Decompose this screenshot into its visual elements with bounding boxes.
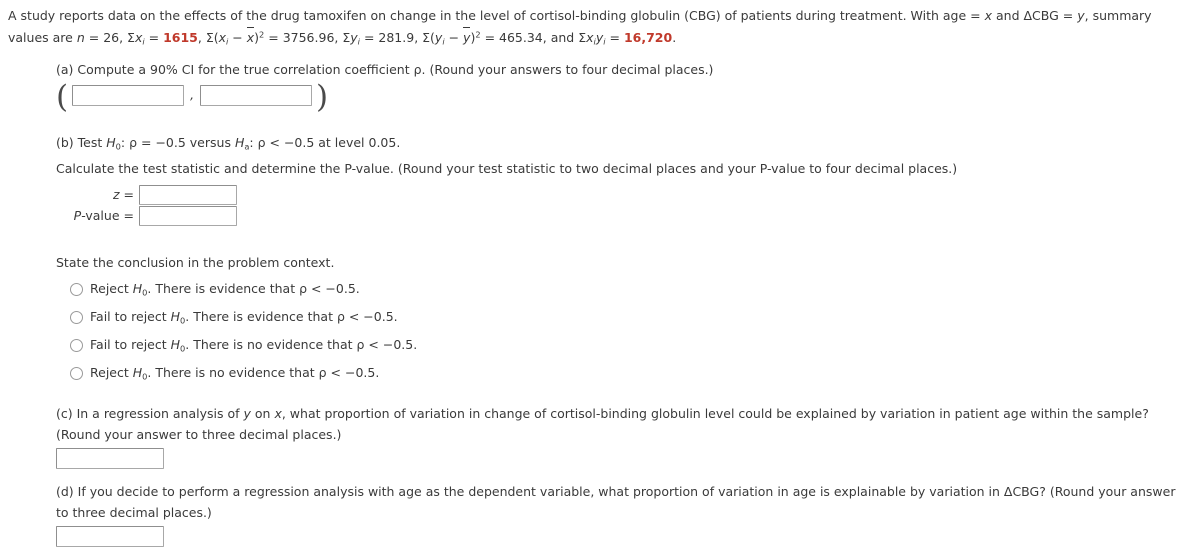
option-label: Reject H0. There is evidence that ρ < −0… <box>90 280 360 298</box>
sum-xy-symbol: Σxiyi <box>578 30 606 47</box>
conclusion-options: Reject H0. There is evidence that ρ < −0… <box>56 275 957 387</box>
p-value-input[interactable] <box>139 205 237 226</box>
p-value-label: P-value <box>73 208 120 224</box>
ssx-value: 3756.96 <box>282 30 335 46</box>
part-c-prompt-line-1: (c) In a regression analysis of y on x, … <box>56 404 1149 423</box>
part-a-prompt: (a) Compute a 90% CI for the true correl… <box>56 62 714 77</box>
p-value-row: P-value = <box>56 205 957 226</box>
part-a: (a) Compute a 90% CI for the true correl… <box>56 60 714 115</box>
z-label-wrap: z = <box>56 185 139 204</box>
option-label: Fail to reject H0. There is no evidence … <box>90 336 418 354</box>
alt-hypothesis-symbol: H <box>234 135 245 150</box>
part-b-prompt-pre: (b) Test <box>56 135 107 150</box>
option-reject-no-evidence[interactable]: Reject H0. There is no evidence that ρ <… <box>70 359 957 387</box>
part-d: (d) If you decide to perform a regressio… <box>56 482 1175 547</box>
radio-icon[interactable] <box>70 310 83 324</box>
variable-x: x <box>984 8 993 23</box>
problem-statement: A study reports data on the effects of t… <box>8 6 1188 51</box>
ssy-symbol: Σ(yi − y)2 <box>422 27 481 47</box>
option-fail-reject-no-evidence[interactable]: Fail to reject H0. There is no evidence … <box>70 331 957 359</box>
radio-icon[interactable] <box>70 366 83 380</box>
sample-size-symbol: n <box>76 30 85 46</box>
part-c-prompt-post: , what proportion of variation in change… <box>281 406 1149 421</box>
z-statistic-row: z = <box>56 184 957 205</box>
confidence-interval-row: ( , ) <box>56 78 329 115</box>
part-d-prompt-line-2: to three decimal places.) <box>56 505 212 521</box>
z-label: z <box>112 187 120 203</box>
z-equals: = <box>123 187 134 203</box>
problem-intro-mid: and ΔCBG = <box>992 8 1078 23</box>
sum-x-symbol: Σxi <box>127 30 145 47</box>
option-reject-evidence[interactable]: Reject H0. There is evidence that ρ < −0… <box>70 275 957 303</box>
part-b-hypotheses: (b) Test H0: ρ = −0.5 versus Ha: ρ < −0.… <box>56 133 957 153</box>
part-c-prompt-pre: (c) In a regression analysis of <box>56 406 244 421</box>
part-c: (c) In a regression analysis of y on x, … <box>56 404 1149 469</box>
part-c-answer-input[interactable] <box>56 447 164 469</box>
ci-upper-input[interactable] <box>200 85 313 107</box>
problem-intro-post: , summary <box>1084 8 1152 23</box>
summary-lead: values are <box>8 30 77 46</box>
problem-statement-line-1: A study reports data on the effects of t… <box>8 6 1188 25</box>
p-value-label-wrap: P-value = <box>56 206 139 225</box>
z-statistic-input[interactable] <box>139 184 237 205</box>
question-page: A study reports data on the effects of t… <box>0 0 1200 551</box>
sum-x-value: 1615 <box>163 30 198 46</box>
part-c-on: on <box>250 406 275 421</box>
ssy-value: 465.34 <box>499 30 543 46</box>
part-b: (b) Test H0: ρ = −0.5 versus Ha: ρ < −0.… <box>56 133 957 387</box>
variable-y: y <box>1077 8 1085 23</box>
p-value-equals: = <box>123 208 134 224</box>
ci-comma: , <box>190 87 195 103</box>
part-b-instruction: Calculate the test statistic and determi… <box>56 161 958 177</box>
sum-y-value: 281.9 <box>378 30 415 46</box>
ssx-symbol: Σ(xi − x)2 <box>205 27 265 47</box>
alt-hypothesis-statement: : ρ < −0.5 at level 0.05. <box>249 135 401 150</box>
sum-xy-value: 16,720 <box>623 30 673 46</box>
sum-y-symbol: Σyi <box>342 30 360 47</box>
part-d-answer-input[interactable] <box>56 525 164 547</box>
part-c-variable-x: x <box>274 406 282 421</box>
conclusion-prompt: State the conclusion in the problem cont… <box>56 255 335 271</box>
radio-icon[interactable] <box>70 338 83 352</box>
null-hypothesis-symbol: H <box>106 135 116 150</box>
option-fail-reject-evidence[interactable]: Fail to reject H0. There is evidence tha… <box>70 303 957 331</box>
part-c-answer-row <box>56 447 1149 469</box>
sentence-period: . <box>672 30 677 46</box>
part-d-answer-row <box>56 525 1175 547</box>
part-d-prompt-line-1: (d) If you decide to perform a regressio… <box>56 484 1176 499</box>
problem-intro-text: A study reports data on the effects of t… <box>8 8 985 23</box>
problem-statement-line-2: values are n = 26, Σxi = 1615, Σ(xi − x)… <box>8 27 677 47</box>
part-c-prompt-line-2: (Round your answer to three decimal plac… <box>56 427 342 443</box>
radio-icon[interactable] <box>70 282 83 296</box>
part-c-variable-y: y <box>243 406 251 421</box>
option-label: Fail to reject H0. There is evidence tha… <box>90 308 398 326</box>
option-label: Reject H0. There is no evidence that ρ <… <box>90 364 380 382</box>
ci-lower-input[interactable] <box>72 85 185 107</box>
and-word: and <box>550 30 575 46</box>
null-hypothesis-statement: : ρ = −0.5 versus <box>120 135 235 150</box>
sample-size-value: 26 <box>103 30 120 46</box>
